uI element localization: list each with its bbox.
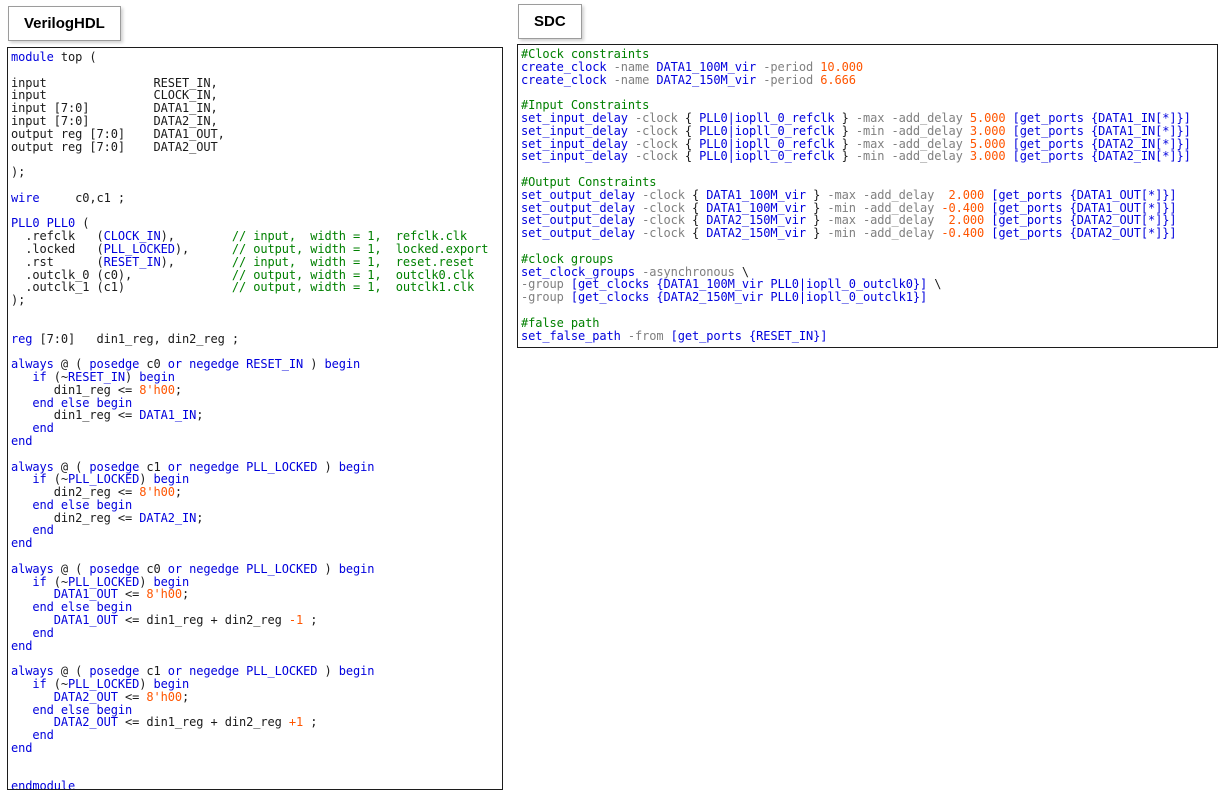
code-line [521,240,1217,253]
code-line: set_input_delay -clock { PLL0|iopll_0_re… [521,150,1217,163]
code-line: end [11,435,502,448]
verilog-tab[interactable]: VerilogHDL [8,6,121,41]
code-line: output reg [7:0] DATA2_OUT [11,141,502,154]
code-line: end [11,537,502,550]
verilog-code: module top ( input RESET_IN,input CLOCK_… [8,48,502,790]
code-line: din1_reg <= DATA1_IN; [11,409,502,422]
code-line: DATA1_OUT <= din1_reg + din2_reg -1 ; [11,614,502,627]
code-line: end [11,640,502,653]
code-line: ); [11,166,502,179]
code-line: end [11,524,502,537]
code-line: end [11,742,502,755]
code-line: DATA2_OUT <= din1_reg + din2_reg +1 ; [11,716,502,729]
sdc-tab[interactable]: SDC [518,4,582,39]
code-line: -group [get_clocks {DATA2_150M_vir PLL0|… [521,291,1217,304]
verilog-tab-label: VerilogHDL [24,15,105,32]
code-line: end [11,729,502,742]
code-line [11,755,502,768]
code-line: end [11,422,502,435]
code-line: wire c0,c1 ; [11,192,502,205]
code-line: ); [11,294,502,307]
code-line: set_false_path -from [get_ports {RESET_I… [521,330,1217,343]
code-line: end [11,627,502,640]
sdc-tab-label: SDC [534,13,566,30]
sdc-code-area: #Clock constraintscreate_clock -name DAT… [517,44,1218,348]
code-line: endmodule [11,780,502,790]
sdc-code: #Clock constraintscreate_clock -name DAT… [518,45,1217,342]
code-line [521,304,1217,317]
code-line: set_output_delay -clock { DATA2_150M_vir… [521,227,1217,240]
code-line [11,153,502,166]
code-line: .outclk_1 (c1) // output, width = 1, out… [11,281,502,294]
code-line: din2_reg <= DATA2_IN; [11,512,502,525]
code-line: module top ( [11,51,502,64]
code-line: reg [7:0] din1_reg, din2_reg ; [11,333,502,346]
verilog-code-area: module top ( input RESET_IN,input CLOCK_… [7,47,503,790]
code-line [11,307,502,320]
code-line: create_clock -name DATA2_150M_vir -perio… [521,74,1217,87]
code-line [11,768,502,781]
